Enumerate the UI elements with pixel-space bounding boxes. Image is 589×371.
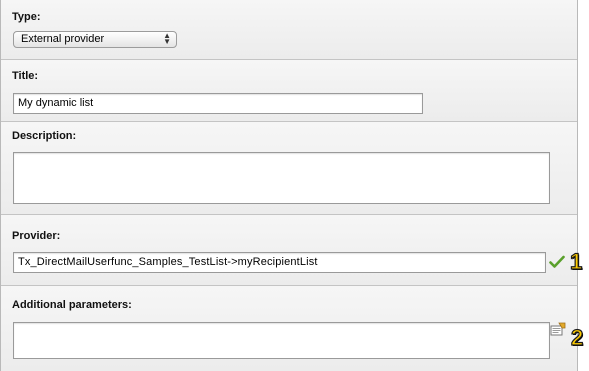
select-arrows-icon: ▲ ▼ — [163, 31, 171, 46]
type-label: Type: — [12, 11, 41, 23]
provider-label: Provider: — [12, 230, 61, 242]
description-section: Description: — [1, 122, 577, 215]
description-label: Description: — [12, 130, 77, 142]
additional-parameters-textarea[interactable] — [13, 322, 550, 359]
title-input[interactable]: My dynamic list — [13, 93, 423, 114]
type-select[interactable]: External provider ▲ ▼ — [13, 31, 177, 48]
additional-parameters-section: Additional parameters: — [1, 286, 577, 371]
callout-2: 2 — [570, 324, 584, 350]
provider-input[interactable]: Tx_DirectMailUserfunc_Samples_TestList->… — [13, 252, 546, 273]
additional-parameters-label: Additional parameters: — [12, 299, 132, 311]
callout-1: 1 — [569, 248, 583, 274]
title-section: Title: My dynamic list — [1, 60, 577, 122]
provider-section: Provider: Tx_DirectMailUserfunc_Samples_… — [1, 215, 577, 286]
checkmark-icon — [549, 255, 565, 268]
record-form: Type: External provider ▲ ▼ Title: My dyn… — [0, 0, 578, 371]
type-section: Type: External provider ▲ ▼ — [1, 0, 577, 60]
title-label: Title: — [12, 70, 39, 82]
wizard-icon[interactable] — [550, 322, 566, 336]
type-select-value: External provider — [21, 33, 105, 45]
description-textarea[interactable] — [13, 152, 550, 204]
